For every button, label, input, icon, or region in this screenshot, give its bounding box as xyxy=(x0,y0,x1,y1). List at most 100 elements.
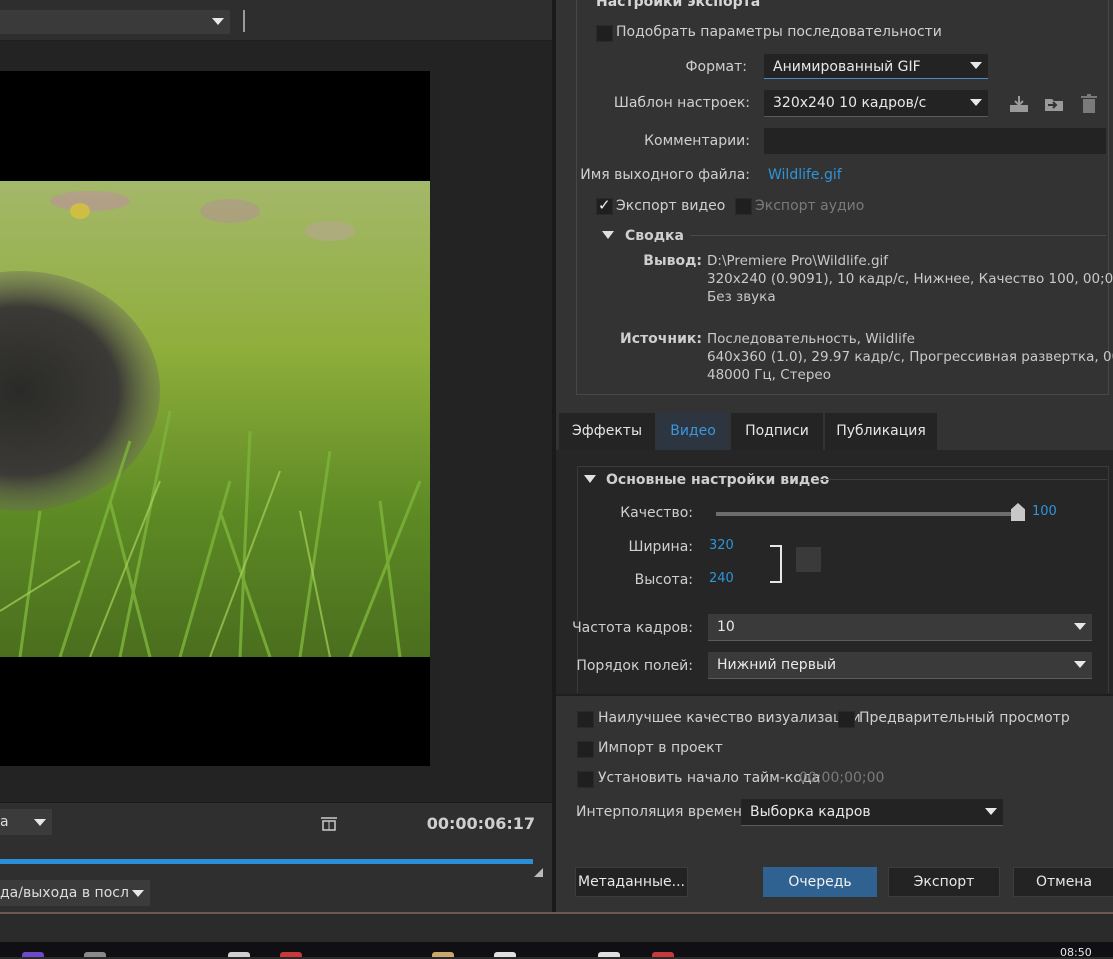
format-value: Анимированный GIF xyxy=(773,59,921,75)
app-icon[interactable] xyxy=(84,952,106,957)
tab-effects[interactable]: Эффекты xyxy=(559,413,655,450)
aspect-link-bracket xyxy=(770,545,782,583)
quality-label: Качество: xyxy=(620,505,693,521)
format-label: Формат: xyxy=(685,59,747,75)
preset-value: 320x240 10 кадров/с xyxy=(773,95,927,111)
preview-frame-image xyxy=(0,181,430,657)
chevron-down-icon xyxy=(34,819,46,826)
output-summary-line: D:\Premiere Pro\Wildlife.gif xyxy=(707,253,889,269)
app-icon[interactable] xyxy=(598,952,620,957)
source-summary-label: Источник: xyxy=(620,331,702,347)
comments-input[interactable] xyxy=(764,128,1106,154)
set-timecode-label: Установить начало тайм-кода xyxy=(598,770,821,786)
output-name-link[interactable]: Wildlife.gif xyxy=(768,167,842,183)
save-preset-icon[interactable] xyxy=(1008,93,1030,115)
app-icon[interactable] xyxy=(432,952,454,957)
toolbar-divider xyxy=(243,10,245,32)
summary-title: Сводка xyxy=(625,228,685,244)
quality-slider[interactable] xyxy=(716,512,1016,516)
set-timecode-checkbox[interactable] xyxy=(577,771,594,788)
timeline-progress[interactable] xyxy=(0,859,533,864)
height-value[interactable]: 240 xyxy=(709,571,734,586)
time-interpolation-select[interactable]: Выборка кадров xyxy=(741,799,1003,826)
source-select[interactable] xyxy=(0,10,230,34)
queue-button[interactable]: Очередь xyxy=(763,867,877,897)
import-project-label: Импорт в проект xyxy=(598,740,723,756)
timeline-out-handle[interactable] xyxy=(534,868,543,877)
output-name-label: Имя выходного файла: xyxy=(580,167,750,183)
tab-captions[interactable]: Подписи xyxy=(731,413,823,450)
framerate-value: 10 xyxy=(717,619,735,635)
video-preview xyxy=(0,71,430,766)
import-preset-icon[interactable] xyxy=(1043,93,1065,115)
source-range-value: да/выхода в последо xyxy=(0,885,128,901)
app-icon[interactable] xyxy=(280,952,302,957)
chevron-down-icon xyxy=(132,890,144,897)
app-icon[interactable] xyxy=(652,952,674,957)
source-summary-line: 640x360 (1.0), 29.97 кадр/с, Прогрессивн… xyxy=(707,349,1113,365)
tab-video[interactable]: Видео xyxy=(657,413,729,450)
preview-checkbox[interactable] xyxy=(838,711,855,728)
current-timecode: 00:00:06:17 xyxy=(426,814,535,833)
app-icon[interactable] xyxy=(494,952,516,957)
export-video-label: Экспорт видео xyxy=(616,198,726,214)
import-project-checkbox[interactable] xyxy=(577,741,594,758)
max-render-quality-checkbox[interactable] xyxy=(577,711,594,728)
os-taskbar xyxy=(0,942,1113,957)
format-select[interactable]: Анимированный GIF xyxy=(764,54,988,79)
preset-label: Шаблон настроек: xyxy=(613,95,750,111)
framerate-select[interactable]: 10 xyxy=(708,614,1092,641)
field-order-select[interactable]: Нижний первый xyxy=(708,652,1092,679)
metadata-button[interactable]: Метаданные... xyxy=(575,867,688,897)
cancel-button[interactable]: Отмена xyxy=(1013,867,1113,897)
delete-preset-icon[interactable] xyxy=(1078,93,1100,115)
framerate-label: Частота кадров: xyxy=(572,620,693,636)
time-interpolation-value: Выборка кадров xyxy=(750,804,871,820)
chevron-down-icon xyxy=(1074,661,1086,668)
export-button[interactable]: Экспорт xyxy=(888,867,1000,897)
chevron-down-icon xyxy=(212,18,224,25)
time-interpolation-label: Интерполяция времени: xyxy=(576,804,756,820)
zoom-level-value: а xyxy=(0,814,9,830)
match-sequence-label: Подобрать параметры последовательности xyxy=(616,24,942,40)
chevron-down-icon xyxy=(970,99,982,106)
export-video-checkbox[interactable] xyxy=(596,196,613,215)
preview-label: Предварительный просмотр xyxy=(859,710,1070,726)
chevron-down-icon xyxy=(970,62,982,69)
video-section-collapse-icon[interactable] xyxy=(584,475,596,483)
source-summary-line: Последовательность, Wildlife xyxy=(707,331,915,347)
export-audio-checkbox[interactable] xyxy=(735,198,752,215)
tab-publish[interactable]: Публикация xyxy=(825,413,937,450)
video-section-title: Основные настройки видео xyxy=(606,472,830,488)
max-render-quality-label: Наилучшее качество визуализации xyxy=(598,710,861,726)
quality-value[interactable]: 100 xyxy=(1032,504,1057,519)
output-summary-line: 320x240 (0.9091), 10 кадр/с, Нижнее, Кач… xyxy=(707,271,1113,287)
width-label: Ширина: xyxy=(628,539,693,555)
source-range-select[interactable]: да/выхода в последо xyxy=(0,880,150,906)
video-section-divider xyxy=(820,479,1107,480)
output-summary-line: Без звука xyxy=(707,289,776,305)
field-order-value: Нижний первый xyxy=(717,657,837,673)
aspect-lock-icon[interactable] xyxy=(796,547,821,572)
field-order-label: Порядок полей: xyxy=(576,658,693,674)
chevron-down-icon xyxy=(1074,623,1086,630)
chevron-down-icon xyxy=(985,808,997,815)
match-sequence-checkbox[interactable] xyxy=(596,25,613,42)
start-timecode-value[interactable]: 00;00;00;00 xyxy=(799,770,884,786)
height-label: Высота: xyxy=(634,572,693,588)
export-audio-label: Экспорт аудио xyxy=(755,198,865,214)
preset-select[interactable]: 320x240 10 кадров/с xyxy=(764,90,988,117)
zoom-level-select[interactable]: а xyxy=(0,809,52,835)
crop-icon[interactable] xyxy=(320,815,338,833)
width-value[interactable]: 320 xyxy=(709,538,734,553)
summary-collapse-icon[interactable] xyxy=(602,231,614,239)
output-summary-label: Вывод: xyxy=(643,253,702,269)
comments-label: Комментарии: xyxy=(644,133,750,149)
window-status-strip xyxy=(0,914,1113,942)
app-icon[interactable] xyxy=(22,952,44,957)
source-summary-line: 48000 Гц, Стерео xyxy=(707,367,831,383)
export-settings-header: Настройки экспорта xyxy=(596,0,761,10)
summary-divider xyxy=(690,235,1106,236)
taskbar-clock[interactable]: 08:50 xyxy=(1060,946,1092,959)
app-icon[interactable] xyxy=(228,952,250,957)
